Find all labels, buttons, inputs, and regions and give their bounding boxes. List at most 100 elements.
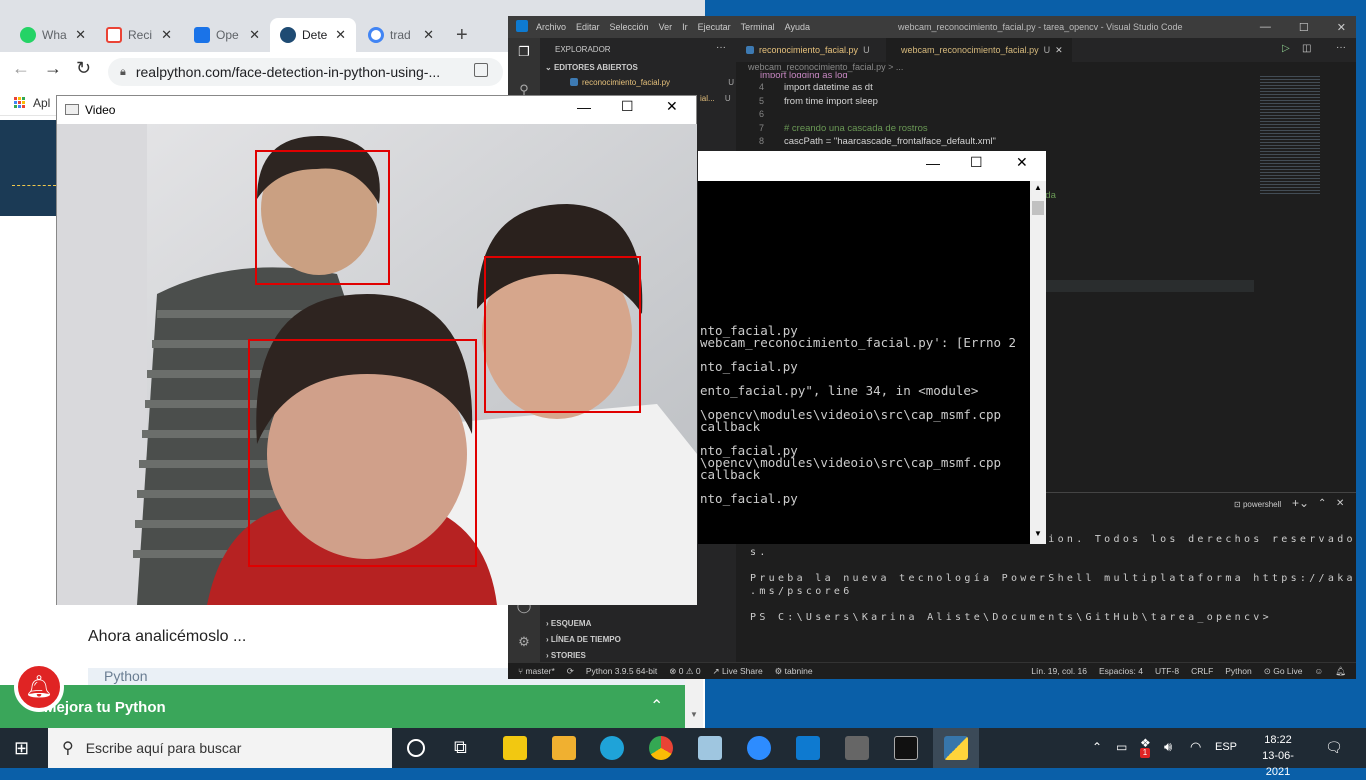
- python-icon[interactable]: [944, 736, 968, 760]
- menu-ver[interactable]: Ver: [659, 22, 673, 32]
- maximize-panel-icon[interactable]: ⌃: [1318, 498, 1326, 509]
- minimize-icon[interactable]: —: [926, 155, 940, 171]
- terminal-taskbar-icon[interactable]: [894, 736, 918, 760]
- forward-icon[interactable]: →: [44, 58, 62, 79]
- volume-icon[interactable]: 🔊︎: [1164, 739, 1172, 755]
- notification-bell-icon[interactable]: 🔔︎: [14, 662, 64, 712]
- device-icon[interactable]: ▭: [1116, 740, 1127, 754]
- menu-archivo[interactable]: Archivo: [536, 22, 566, 32]
- close-icon[interactable]: ✕: [161, 27, 172, 43]
- menu-seleccion[interactable]: Selección: [610, 22, 649, 32]
- close-icon[interactable]: ✕: [423, 27, 434, 43]
- close-icon[interactable]: ✕: [1016, 154, 1028, 171]
- action-center-icon[interactable]: 🗨︎: [1325, 739, 1343, 756]
- scroll-up-icon[interactable]: ▲: [1034, 183, 1042, 192]
- gear-icon[interactable]: ⚙: [516, 634, 532, 650]
- menu-ir[interactable]: Ir: [682, 22, 688, 32]
- language-mode[interactable]: Python: [1225, 666, 1251, 676]
- tab-google[interactable]: trad ✕: [358, 18, 444, 52]
- tab-gmail[interactable]: Reci ✕: [96, 18, 182, 52]
- sidebar-section-esquema[interactable]: › ESQUEMA: [546, 619, 591, 628]
- indentation[interactable]: Espacios: 4: [1099, 666, 1143, 676]
- promo-banner[interactable]: Mejora tu Python: [0, 685, 685, 729]
- cursor-position[interactable]: Lín. 19, col. 16: [1031, 666, 1087, 676]
- close-panel-icon[interactable]: ✕: [1336, 498, 1344, 509]
- new-tab-button[interactable]: +: [456, 24, 468, 47]
- problems-status[interactable]: ⊗ 0 ⚠ 0: [669, 666, 700, 677]
- section-label: LÍNEA DE TIEMPO: [550, 635, 621, 644]
- reload-icon[interactable]: ↻: [76, 58, 91, 79]
- tab-webcam[interactable]: webcam_reconocimiento_facial.py U ✕: [886, 38, 1072, 62]
- tab-whatsapp[interactable]: Wha ✕: [10, 18, 96, 52]
- scroll-down-icon[interactable]: ▼: [690, 710, 698, 719]
- tab-opencv[interactable]: Ope ✕: [184, 18, 270, 52]
- window-title: webcam_reconocimiento_facial.py - tarea_…: [898, 22, 1183, 32]
- feedback-icon[interactable]: ☺: [1315, 666, 1324, 676]
- python-interpreter[interactable]: Python 3.9.5 64-bit: [586, 666, 657, 676]
- cortana-icon[interactable]: [407, 739, 425, 757]
- add-terminal-icon[interactable]: +⌄: [1292, 496, 1309, 510]
- sync-icon[interactable]: ⟳: [567, 666, 574, 677]
- liveshare-status[interactable]: ↗ Live Share: [713, 666, 763, 677]
- open-editors-header[interactable]: ⌄ EDITORES ABIERTOS: [545, 63, 638, 72]
- minimize-icon[interactable]: —: [577, 99, 591, 115]
- zoom-icon[interactable]: [747, 736, 771, 760]
- tab-reconocimiento[interactable]: reconocimiento_facial.py U: [736, 38, 886, 62]
- windows-start-icon[interactable]: ⊞: [14, 738, 29, 759]
- more-actions-icon[interactable]: ···: [1336, 42, 1346, 53]
- line-number: 4: [758, 82, 764, 92]
- golive-status[interactable]: ⊙ Go Live: [1264, 666, 1303, 677]
- maximize-icon[interactable]: ☐: [621, 98, 634, 115]
- language-indicator[interactable]: ESP: [1215, 741, 1237, 753]
- apps-icon[interactable]: [14, 97, 25, 108]
- line-ending[interactable]: CRLF: [1191, 666, 1213, 676]
- maximize-icon[interactable]: ☐: [970, 154, 983, 171]
- branch-status[interactable]: ⑂ master*: [518, 666, 555, 676]
- minimize-icon[interactable]: —: [1260, 21, 1271, 34]
- encoding[interactable]: UTF-8: [1155, 666, 1179, 676]
- bell-icon[interactable]: 🔔︎: [1335, 666, 1346, 677]
- show-hidden-icons[interactable]: ⌃: [1092, 740, 1102, 754]
- menu-terminal[interactable]: Terminal: [741, 22, 775, 32]
- open-file-item[interactable]: reconocimiento_facial.py U: [554, 78, 734, 87]
- menu-ayuda[interactable]: Ayuda: [785, 22, 810, 32]
- tabnine-status[interactable]: ⚙ tabnine: [775, 666, 813, 677]
- console-scrollbar[interactable]: ▲ ▼: [1030, 181, 1046, 544]
- translate-icon[interactable]: [474, 63, 488, 77]
- taskbar-search[interactable]: ⚲ Escribe aquí para buscar: [48, 728, 392, 768]
- back-icon[interactable]: ←: [12, 58, 30, 79]
- calculator-icon[interactable]: [845, 736, 869, 760]
- wifi-icon[interactable]: ◠: [1190, 739, 1201, 755]
- files-icon[interactable]: ❐: [516, 44, 532, 60]
- address-bar[interactable]: 🔒︎ realpython.com/face-detection-in-pyth…: [108, 58, 503, 86]
- run-icon[interactable]: ▷: [1282, 43, 1290, 54]
- menu-editar[interactable]: Editar: [576, 22, 600, 32]
- split-editor-icon[interactable]: ◫: [1302, 43, 1311, 54]
- close-icon[interactable]: ✕: [1337, 21, 1346, 34]
- scroll-thumb[interactable]: [1032, 201, 1044, 215]
- more-icon[interactable]: ···: [716, 42, 726, 53]
- menu-ejecutar[interactable]: Ejecutar: [698, 22, 731, 32]
- tab-realpython[interactable]: Dete ✕: [270, 18, 356, 52]
- edge-icon[interactable]: [600, 736, 624, 760]
- close-icon[interactable]: ✕: [249, 27, 260, 43]
- clock[interactable]: 18:22 13-06-2021: [1250, 732, 1306, 780]
- close-icon[interactable]: ✕: [335, 27, 346, 43]
- sidebar-section-stories[interactable]: › STORIES: [546, 651, 586, 660]
- scroll-down-icon[interactable]: ▼: [1034, 529, 1042, 538]
- maximize-icon[interactable]: ☐: [1299, 21, 1309, 34]
- open-file-item[interactable]: ial... U: [700, 94, 731, 103]
- sidebar-section-timeline[interactable]: › LÍNEA DE TIEMPO: [546, 635, 621, 644]
- powerbi-icon[interactable]: [503, 736, 527, 760]
- minimap[interactable]: [1260, 74, 1320, 194]
- file-explorer-icon[interactable]: [552, 736, 576, 760]
- vscode-taskbar-icon[interactable]: [796, 736, 820, 760]
- chevron-up-icon[interactable]: ⌃: [650, 696, 663, 716]
- terminal-selector[interactable]: ⊡ powershell: [1234, 500, 1281, 509]
- close-icon[interactable]: ✕: [75, 27, 86, 43]
- close-icon[interactable]: ✕: [666, 98, 678, 115]
- apps-label[interactable]: Apl: [33, 96, 50, 110]
- app-icon[interactable]: [698, 736, 722, 760]
- chrome-icon[interactable]: [649, 736, 673, 760]
- task-view-icon[interactable]: ⧉: [454, 737, 467, 758]
